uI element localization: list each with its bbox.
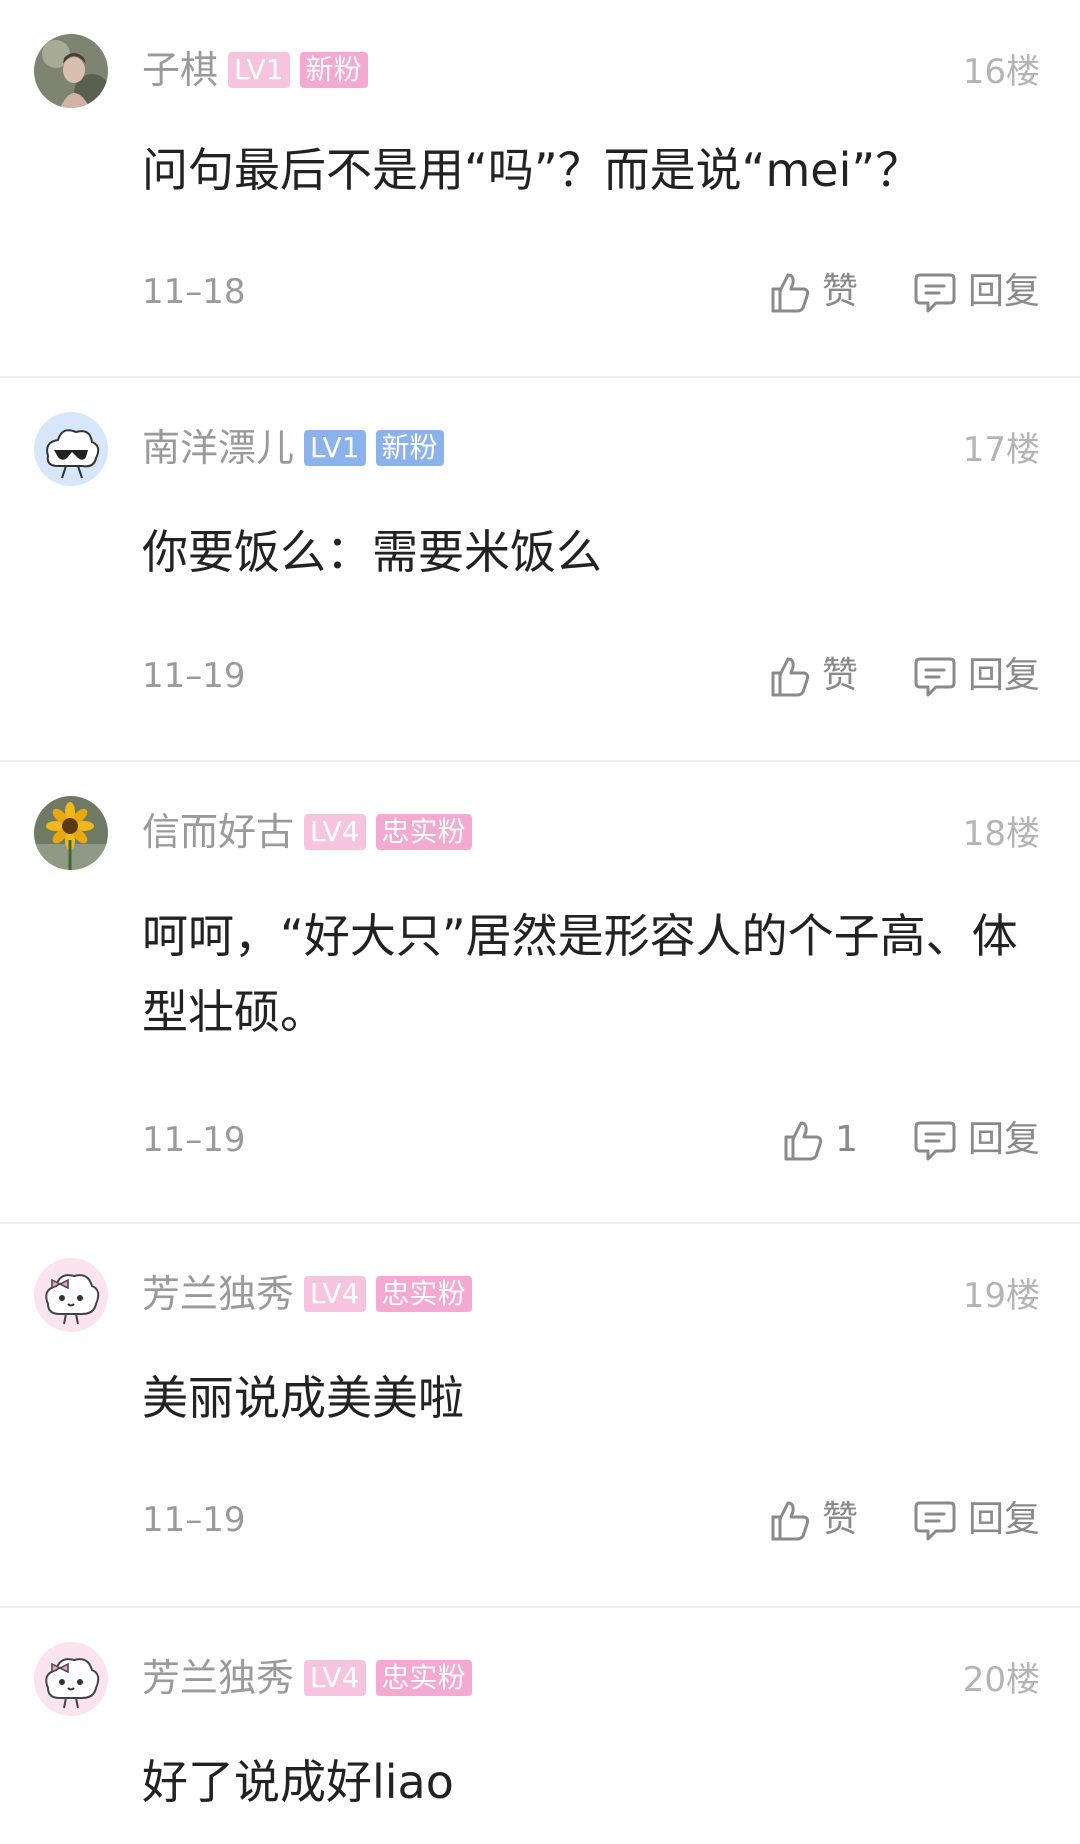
user-info: 芳兰独秀 LV4 忠实粉: [142, 1270, 472, 1318]
comment-item: 芳兰独秀 LV4 忠实粉 19楼 美丽说成美美啦 11–19 赞 回复: [0, 1224, 1080, 1608]
user-info: 信而好古 LV4 忠实粉: [142, 808, 472, 856]
avatar[interactable]: [34, 412, 108, 486]
comment-item: 信而好古 LV4 忠实粉 18楼 呵呵，“好大只”居然是形容人的个子高、体型壮硕…: [0, 762, 1080, 1224]
comment-text: 呵呵，“好大只”居然是形容人的个子高、体型壮硕。: [142, 909, 1018, 1039]
comment-bubble-icon: [910, 1115, 960, 1165]
avatar[interactable]: [34, 1642, 108, 1716]
comment-text: 你要饭么：需要米饭么: [142, 525, 602, 579]
like-label: 赞: [821, 271, 858, 312]
like-label: 赞: [821, 1499, 858, 1540]
pink-cloud-bow-avatar-icon: [34, 1642, 108, 1716]
like-button[interactable]: 赞: [764, 267, 858, 317]
thumbs-up-icon: [777, 1115, 827, 1165]
reply-button[interactable]: 回复: [910, 267, 1040, 317]
fan-badge: 新粉: [375, 430, 444, 466]
comment-item: 芳兰独秀 LV4 忠实粉 20楼 好了说成好liao: [0, 1608, 1080, 1844]
comment-date: 11–19: [142, 1500, 246, 1540]
comment-bubble-icon: [910, 267, 960, 317]
level-badge: LV4: [304, 1660, 366, 1696]
reply-label: 回复: [967, 655, 1040, 696]
user-photo-avatar-icon: [34, 34, 108, 108]
comment-text: 好了说成好liao: [142, 1755, 454, 1809]
comment-footer: 11–18 赞 回复: [142, 262, 1040, 322]
avatar[interactable]: [34, 796, 108, 870]
floor-number: 17楼: [962, 430, 1040, 470]
comment-text: 问句最后不是用“吗”？而是说“mei”？: [142, 143, 922, 197]
comment-footer: 11–19 1 回复: [142, 1110, 1040, 1170]
level-badge: LV1: [228, 52, 290, 88]
reply-button[interactable]: 回复: [910, 651, 1040, 701]
thumbs-up-icon: [764, 267, 814, 317]
fan-badge: 忠实粉: [375, 1276, 472, 1312]
level-badge: LV4: [304, 814, 366, 850]
user-info: 芳兰独秀 LV4 忠实粉: [142, 1654, 472, 1702]
comment-item: 子棋 LV1 新粉 16楼 问句最后不是用“吗”？而是说“mei”？ 11–18…: [0, 0, 1080, 378]
comment-bubble-icon: [910, 1495, 960, 1545]
fan-badge: 忠实粉: [375, 814, 472, 850]
comment-footer: 11–19 赞 回复: [142, 646, 1040, 706]
comment-item: 南洋漂儿 LV1 新粉 17楼 你要饭么：需要米饭么 11–19 赞 回复: [0, 378, 1080, 762]
username[interactable]: 子棋: [142, 46, 218, 94]
reply-button[interactable]: 回复: [910, 1495, 1040, 1545]
cloud-sunglasses-avatar-icon: [34, 412, 108, 486]
comment-date: 11–19: [142, 656, 246, 696]
level-badge: LV1: [304, 430, 366, 466]
comment-date: 11–18: [142, 272, 246, 312]
comment-date: 11–19: [142, 1120, 246, 1160]
avatar[interactable]: [34, 1258, 108, 1332]
username[interactable]: 南洋漂儿: [142, 424, 294, 472]
pink-cloud-bow-avatar-icon: [34, 1258, 108, 1332]
comment-footer: 11–19 赞 回复: [142, 1490, 1040, 1550]
thumbs-up-icon: [764, 1495, 814, 1545]
user-info: 子棋 LV1 新粉: [142, 46, 368, 94]
username[interactable]: 芳兰独秀: [142, 1654, 294, 1702]
floor-number: 19楼: [962, 1276, 1040, 1316]
thumbs-up-icon: [764, 651, 814, 701]
fan-badge: 新粉: [299, 52, 368, 88]
like-count: 1: [835, 1119, 858, 1160]
comment-text: 美丽说成美美啦: [142, 1371, 464, 1425]
comment-feed: 子棋 LV1 新粉 16楼 问句最后不是用“吗”？而是说“mei”？ 11–18…: [0, 0, 1080, 1844]
like-button[interactable]: 1: [777, 1115, 858, 1165]
fan-badge: 忠实粉: [375, 1660, 472, 1696]
reply-label: 回复: [967, 271, 1040, 312]
comment-bubble-icon: [910, 651, 960, 701]
level-badge: LV4: [304, 1276, 366, 1312]
reply-label: 回复: [967, 1499, 1040, 1540]
floor-number: 16楼: [962, 52, 1040, 92]
user-info: 南洋漂儿 LV1 新粉: [142, 424, 444, 472]
reply-button[interactable]: 回复: [910, 1115, 1040, 1165]
username[interactable]: 信而好古: [142, 808, 294, 856]
floor-number: 20楼: [962, 1660, 1040, 1700]
reply-label: 回复: [967, 1119, 1040, 1160]
username[interactable]: 芳兰独秀: [142, 1270, 294, 1318]
sunflower-avatar-icon: [34, 796, 108, 870]
like-button[interactable]: 赞: [764, 651, 858, 701]
floor-number: 18楼: [962, 814, 1040, 854]
avatar[interactable]: [34, 34, 108, 108]
like-button[interactable]: 赞: [764, 1495, 858, 1545]
like-label: 赞: [821, 655, 858, 696]
